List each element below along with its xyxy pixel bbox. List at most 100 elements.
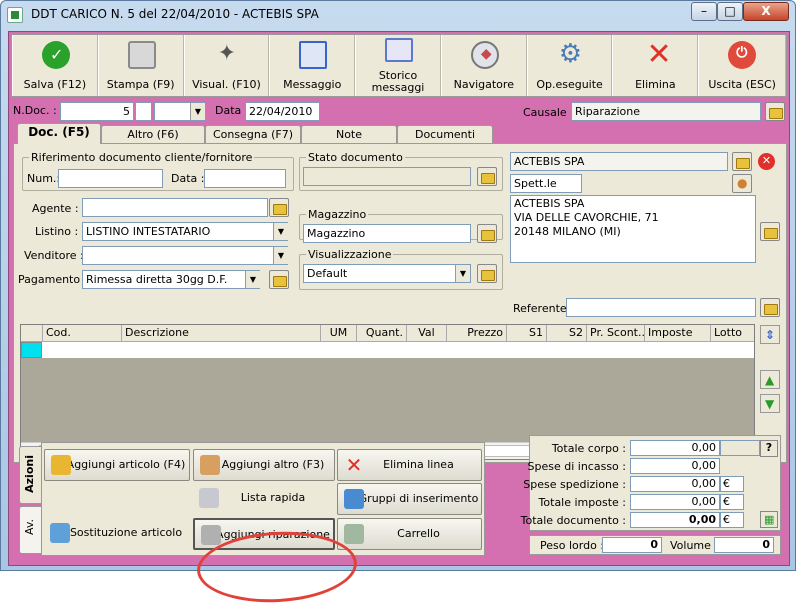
client-address[interactable]: ACTEBIS SPA VIA DELLE CAVORCHIE, 71 2014…: [510, 195, 756, 263]
num-label: Num.:: [27, 172, 61, 185]
referente-input[interactable]: [566, 298, 756, 317]
grid-col-quant[interactable]: Quant.: [357, 325, 407, 342]
ndoc-label: N.Doc. :: [13, 104, 57, 117]
replace-article-button[interactable]: Sostituzione articolo: [44, 518, 190, 550]
ndoc-series-select[interactable]: ▼: [154, 102, 206, 121]
visualizzazione-folder-icon[interactable]: [477, 264, 497, 283]
grid-col-cod[interactable]: Cod.: [43, 325, 122, 342]
grid-col-prezzo[interactable]: Prezzo: [447, 325, 507, 342]
check-icon: ✓: [42, 41, 70, 69]
maximize-button[interactable]: □: [717, 2, 743, 21]
grid-col-prezzo-scontato[interactable]: Pr. Scont...: [587, 325, 645, 342]
delete-button[interactable]: ✕ Elimina: [612, 35, 699, 96]
totale-imposte-value[interactable]: 0,00: [630, 494, 720, 510]
stato-title: Stato documento: [306, 151, 405, 164]
move-up-icon[interactable]: ▲: [760, 370, 780, 389]
magazzino-folder-icon[interactable]: [477, 224, 497, 243]
totale-documento-value[interactable]: 0,00: [630, 512, 720, 528]
causale-label: Causale :: [523, 106, 574, 119]
add-article-button[interactable]: Aggiungi articolo (F4): [44, 449, 190, 481]
pagamento-select[interactable]: Rimessa diretta 30gg D.F.: [82, 270, 260, 289]
address-line: 20148 MILANO (MI): [514, 225, 621, 238]
status-bar: Peso lordo : 0 Volume : 0: [529, 535, 781, 555]
navigator-button[interactable]: ◆ Navigatore: [440, 35, 527, 96]
table-row[interactable]: [21, 342, 754, 358]
reorder-icon[interactable]: ⇕: [760, 325, 780, 344]
ndoc-suffix-input[interactable]: [135, 102, 152, 121]
stato-input[interactable]: [303, 167, 471, 186]
totale-documento-label: Totale documento :: [520, 514, 626, 527]
save-button[interactable]: ✓ Salva (F12): [12, 35, 98, 96]
ndoc-input[interactable]: 5: [60, 102, 134, 121]
window-title: DDT CARICO N. 5 del 22/04/2010 - ACTEBIS…: [31, 7, 319, 21]
message-history-button[interactable]: Storico messaggi: [355, 35, 441, 96]
tab-avanzate[interactable]: Av.: [19, 506, 41, 554]
causale-folder-icon[interactable]: [765, 102, 785, 121]
grid-col-selector[interactable]: [21, 325, 43, 342]
cart-icon: [344, 524, 364, 544]
tab-consegna[interactable]: Consegna (F7): [205, 125, 301, 144]
num-input[interactable]: [58, 169, 163, 188]
grid-col-s1[interactable]: S1: [507, 325, 547, 342]
operations-button[interactable]: ⚙ Op.eseguite: [526, 35, 613, 96]
visualize-button[interactable]: ✦ Visual. (F10): [183, 35, 270, 96]
listino-select[interactable]: LISTINO INTESTATARIO: [82, 222, 288, 241]
message-button[interactable]: Messaggio: [269, 35, 356, 96]
client-folder-icon[interactable]: [732, 152, 752, 171]
grid-col-descrizione[interactable]: Descrizione: [122, 325, 321, 342]
grid-col-um[interactable]: UM: [321, 325, 357, 342]
magazzino-input[interactable]: Magazzino: [303, 224, 471, 243]
causale-input[interactable]: Riparazione: [571, 102, 761, 121]
exit-button[interactable]: ⏻ Uscita (ESC): [698, 35, 787, 96]
tab-azioni[interactable]: Azioni: [19, 446, 41, 504]
grid-col-s2[interactable]: S2: [547, 325, 587, 342]
groups-icon: [344, 489, 364, 509]
spese-spedizione-value[interactable]: 0,00: [630, 476, 720, 492]
doc-panel: Riferimento documento cliente/fornitore …: [13, 143, 787, 463]
grid-col-imposte[interactable]: Imposte: [645, 325, 711, 342]
add-other-button[interactable]: Aggiungi altro (F3): [193, 449, 335, 481]
chevron-down-icon: ▼: [190, 103, 205, 120]
client-remove-icon[interactable]: ✕: [758, 153, 775, 170]
date-label: Data :: [215, 104, 249, 117]
pagamento-folder-icon[interactable]: [269, 270, 289, 289]
insert-groups-button[interactable]: Gruppi di inserimento: [337, 483, 482, 515]
riferimento-title: Riferimento documento cliente/fornitore: [29, 151, 255, 164]
volume-label: Volume :: [670, 539, 719, 552]
minimize-button[interactable]: –: [691, 2, 717, 21]
address-folder-icon[interactable]: [760, 222, 780, 241]
agente-input[interactable]: [82, 198, 268, 217]
date-input[interactable]: 22/04/2010: [245, 102, 320, 121]
move-down-icon[interactable]: ▼: [760, 394, 780, 413]
rif-date-input[interactable]: [204, 169, 286, 188]
tab-altro[interactable]: Altro (F6): [101, 125, 205, 144]
grid-col-val[interactable]: Val: [407, 325, 447, 342]
client-name-input[interactable]: ACTEBIS SPA: [510, 152, 728, 171]
close-button[interactable]: X: [743, 2, 789, 21]
grid-col-lotto[interactable]: Lotto: [711, 325, 754, 342]
tab-note[interactable]: Note: [301, 125, 397, 144]
help-button[interactable]: ?: [760, 440, 778, 457]
print-button[interactable]: Stampa (F9): [97, 35, 184, 96]
referente-folder-icon[interactable]: [760, 298, 780, 317]
person-icon[interactable]: ●: [732, 174, 752, 193]
totale-corpo-value[interactable]: 0,00: [630, 440, 720, 456]
magazzino-title: Magazzino: [306, 208, 369, 221]
calculate-icon[interactable]: ▦: [760, 511, 778, 528]
visualizzazione-select[interactable]: Default: [303, 264, 471, 283]
totale-corpo-label: Totale corpo :: [551, 442, 626, 455]
cart-button[interactable]: Carrello: [337, 518, 482, 550]
chevron-down-icon: ▼: [273, 223, 288, 240]
quick-list-button[interactable]: Lista rapida: [193, 483, 335, 515]
printer-icon: [127, 41, 156, 69]
stato-folder-icon[interactable]: [477, 167, 497, 186]
spese-incasso-value[interactable]: 0,00: [630, 458, 720, 474]
tab-doc[interactable]: Doc. (F5): [17, 123, 101, 144]
venditore-select[interactable]: [82, 246, 288, 265]
delete-line-button[interactable]: ✕ Elimina linea: [337, 449, 482, 481]
chevron-down-icon: ▼: [273, 247, 288, 264]
tab-documenti[interactable]: Documenti: [397, 125, 493, 144]
agente-folder-icon[interactable]: [269, 198, 289, 217]
row-selector[interactable]: [21, 342, 42, 358]
spett-input[interactable]: Spett.le: [510, 174, 582, 193]
